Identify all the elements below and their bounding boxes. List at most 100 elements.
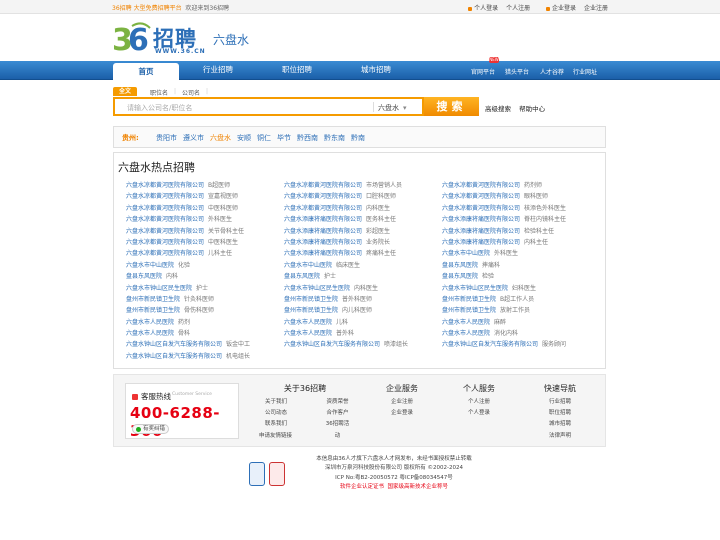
search-tab-company[interactable]: 公司名 [182, 88, 200, 97]
footer-personal-login[interactable]: 个人登录 [454, 408, 504, 419]
footer-company-login[interactable]: 企业登录 [377, 408, 427, 419]
company-link[interactable]: 六盘水凉都黄河医院有限公司 [442, 182, 520, 189]
company-link[interactable]: 六盘水市人民医院 [126, 330, 174, 337]
job-link[interactable]: 口腔科医师 [366, 193, 396, 200]
job-link[interactable]: 内科主任 [524, 239, 548, 246]
job-link[interactable]: 普外科 [336, 330, 354, 337]
job-link[interactable]: 医务科主任 [366, 216, 396, 223]
company-link[interactable]: 六盘水凉都黄河医院有限公司 [126, 205, 204, 212]
company-link[interactable]: 六盘水市钟山区民生医院 [284, 285, 350, 292]
report-error-button[interactable]: 有奖纠错 [132, 424, 169, 434]
search-tab-job[interactable]: 职位名 [150, 88, 168, 97]
company-link[interactable]: 六盘水凉都黄河医院有限公司 [284, 182, 362, 189]
company-link[interactable]: 六盘水添康将痛医院有限公司 [442, 228, 520, 235]
job-link[interactable]: 内科医生 [366, 205, 390, 212]
personal-register-link[interactable]: 个人注册 [506, 5, 530, 12]
job-link[interactable]: 服务顾问 [542, 341, 566, 348]
company-link[interactable]: 六盘水市人民医院 [126, 319, 174, 326]
job-link[interactable]: 内儿科医师 [342, 307, 372, 314]
company-link[interactable]: 盘州市新民镇卫生院 [442, 296, 496, 303]
company-link[interactable]: 六盘水市人民医院 [284, 319, 332, 326]
job-link[interactable]: 内科 [166, 273, 178, 280]
personal-login-link[interactable]: 个人登录 [474, 5, 498, 12]
city-link[interactable]: 六盘水 [210, 134, 231, 142]
footer-legal[interactable]: 法律声明 [534, 431, 586, 442]
site-name[interactable]: 36招聘 [112, 5, 132, 12]
company-link[interactable]: 六盘水凉都黄河医院有限公司 [126, 216, 204, 223]
company-link[interactable]: 六盘水添康将痛医院有限公司 [442, 216, 520, 223]
nav-industry-jobs[interactable]: 行业招聘 [203, 64, 233, 75]
company-link[interactable]: 六盘水市钟山区民生医院 [126, 285, 192, 292]
job-link[interactable]: B超工作人员 [500, 296, 534, 303]
job-link[interactable]: 摔痛科 [482, 262, 500, 269]
job-link[interactable]: 外科医生 [494, 250, 518, 257]
company-link[interactable]: 六盘水市中山医院 [284, 262, 332, 269]
search-tab-all[interactable]: 全文 [113, 87, 138, 96]
company-link[interactable]: 六盘水添康将痛医院有限公司 [284, 250, 362, 257]
company-login-link[interactable]: 企业登录 [552, 5, 576, 12]
job-link[interactable]: 钣金中工 [226, 341, 250, 348]
company-link[interactable]: 六盘水凉都黄河医院有限公司 [126, 182, 204, 189]
company-link[interactable]: 六盘水添康将痛医院有限公司 [284, 239, 362, 246]
software-cert-link[interactable]: 软件企业认定证书 [340, 484, 384, 490]
company-link[interactable]: 六盘水添康将痛医院有限公司 [442, 239, 520, 246]
nav-headhunter-platform[interactable]: 猎头平台 [505, 67, 529, 76]
company-link[interactable]: 六盘水凉都黄河医院有限公司 [126, 250, 204, 257]
job-link[interactable]: 关节骨科主任 [208, 228, 244, 235]
company-link[interactable]: 六盘水凉都黄河医院有限公司 [126, 239, 204, 246]
nav-industry-sites[interactable]: 行业网址 [573, 67, 597, 76]
company-link[interactable]: 盘州市新民镇卫生院 [126, 307, 180, 314]
advanced-search-link[interactable]: 高级搜索 [485, 105, 511, 113]
city-link[interactable]: 贵阳市 [156, 134, 177, 142]
company-link[interactable]: 盘县东风医院 [442, 273, 478, 280]
company-link[interactable]: 六盘水钟山区自发汽车服务有限公司 [442, 341, 538, 348]
job-link[interactable]: 喷漆组长 [384, 341, 408, 348]
job-link[interactable]: 宣嘉视医师 [208, 193, 238, 200]
job-link[interactable]: 化验 [178, 262, 190, 269]
search-input[interactable]: 请输入公司名/职位名 六盘水 [113, 97, 424, 116]
company-link[interactable]: 六盘水钟山区自发汽车服务有限公司 [126, 353, 222, 360]
company-link[interactable]: 六盘水钟山区自发汽车服务有限公司 [126, 341, 222, 348]
city-link[interactable]: 遵义市 [183, 134, 204, 142]
job-link[interactable]: 妇科医生 [512, 285, 536, 292]
city-link[interactable]: 黔东南 [324, 134, 345, 142]
job-link[interactable]: 脊柱内镜科主任 [524, 216, 566, 223]
footer-partners[interactable]: 合作客户 [325, 408, 350, 419]
job-link[interactable]: 儿科主任 [208, 250, 232, 257]
company-link[interactable]: 盘州市新民镇卫生院 [442, 307, 496, 314]
company-link[interactable]: 盘州市新民镇卫生院 [284, 307, 338, 314]
job-link[interactable]: 机电组长 [226, 353, 250, 360]
job-link[interactable]: 核添色外科医生 [524, 205, 566, 212]
company-link[interactable]: 六盘水市中山医院 [126, 262, 174, 269]
job-link[interactable]: 临床医生 [336, 262, 360, 269]
company-link[interactable]: 六盘水钟山区自发汽车服务有限公司 [284, 341, 380, 348]
job-link[interactable]: 骨伤科医师 [184, 307, 214, 314]
job-link[interactable]: 消化内科 [494, 330, 518, 337]
hitech-cert-link[interactable]: 国家级高新技术企业称号 [388, 484, 449, 490]
job-link[interactable]: 检验科主任 [524, 228, 554, 235]
company-link[interactable]: 六盘水市钟山区民生医院 [442, 285, 508, 292]
job-link[interactable]: 药剂师 [524, 182, 542, 189]
company-link[interactable]: 六盘水市人民医院 [442, 319, 490, 326]
company-link[interactable]: 六盘水市人民医院 [442, 330, 490, 337]
nav-home[interactable]: 首页 [113, 63, 179, 81]
company-link[interactable]: 六盘水市人民医院 [284, 330, 332, 337]
footer-activities[interactable]: 36招聘活动 [325, 419, 350, 441]
footer-honors[interactable]: 资质荣誉 [325, 397, 350, 408]
company-link[interactable]: 盘州市新民镇卫生院 [126, 296, 180, 303]
nav-city-jobs[interactable]: 城市招聘 [361, 64, 391, 75]
job-link[interactable]: 疼痛科主任 [366, 250, 396, 257]
company-link[interactable]: 六盘水凉都黄河医院有限公司 [126, 228, 204, 235]
company-link[interactable]: 六盘水凉都黄河医院有限公司 [284, 193, 362, 200]
search-city-select[interactable]: 六盘水 [378, 103, 407, 113]
job-link[interactable]: 放射工作员 [500, 307, 530, 314]
job-link[interactable]: B超医师 [208, 182, 230, 189]
job-link[interactable]: 药剂 [178, 319, 190, 326]
footer-company-register[interactable]: 企业注册 [377, 397, 427, 408]
company-link[interactable]: 六盘水添康将痛医院有限公司 [284, 216, 362, 223]
city-link[interactable]: 铜仁 [257, 134, 271, 142]
footer-position-jobs[interactable]: 职位招聘 [534, 408, 586, 419]
icp-line[interactable]: ICP No:粤B2-20050572 粤ICP备08034547号 [68, 474, 720, 483]
job-link[interactable]: 中医科医师 [208, 205, 238, 212]
job-link[interactable]: 内科医生 [354, 285, 378, 292]
